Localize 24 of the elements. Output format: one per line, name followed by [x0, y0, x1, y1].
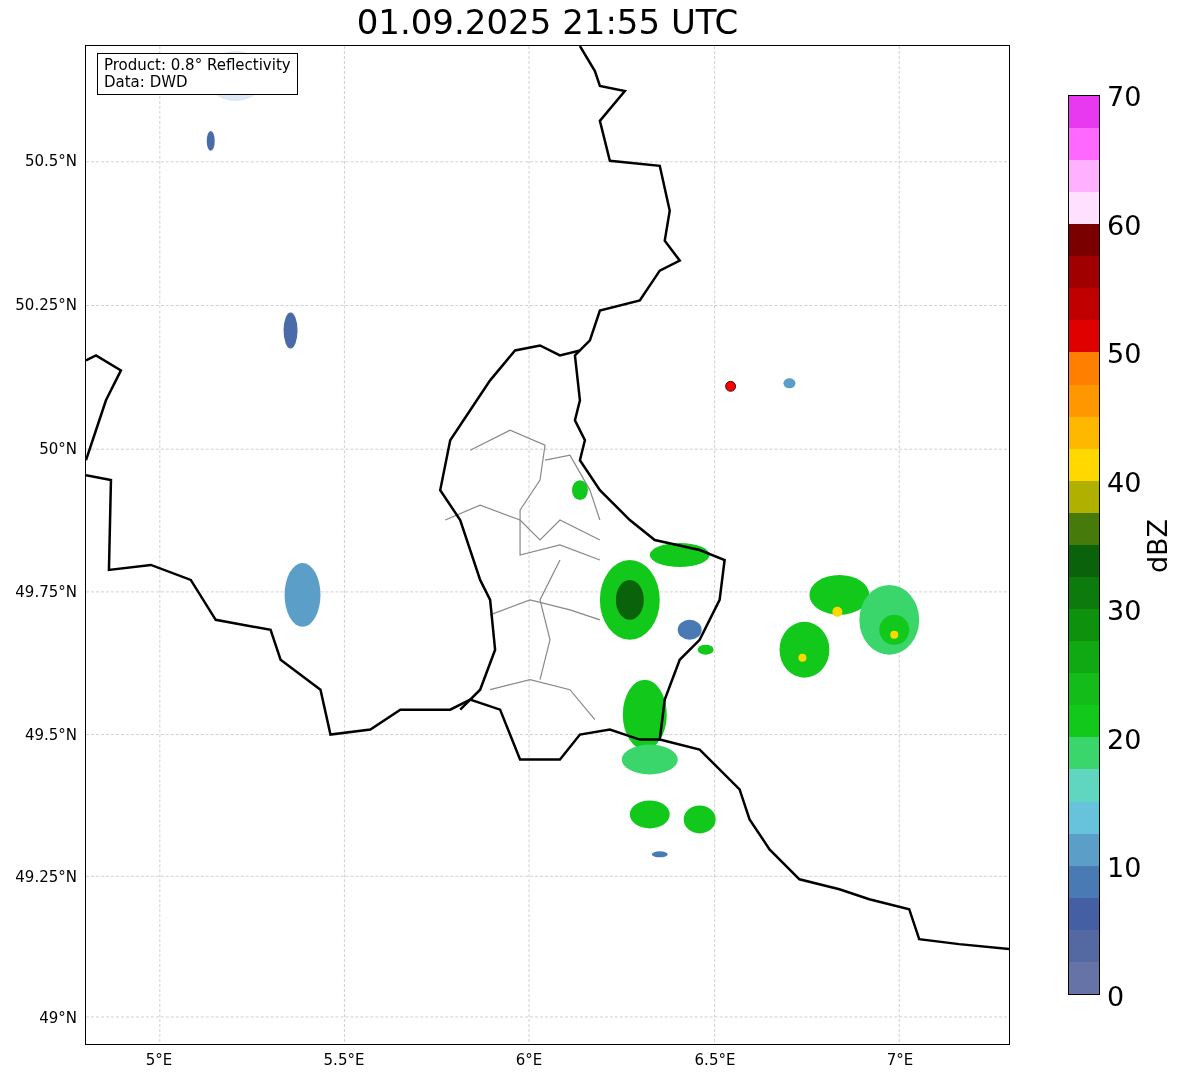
colorbar-tick-label: 10: [1107, 851, 1142, 883]
latitude-label: 50°N: [39, 440, 77, 458]
colorbar-tick-label: 50: [1107, 337, 1142, 369]
colorbar-label: dBZ: [1141, 518, 1173, 574]
colorbar-tick-label: 0: [1107, 980, 1125, 1012]
latitude-label: 49.5°N: [24, 726, 77, 744]
colorbar-tick-label: 40: [1107, 466, 1142, 498]
info-text: Product: 0.8° Reflectivity: [104, 57, 291, 74]
latitude-label: 49.75°N: [15, 583, 77, 601]
latitude-label: 49°N: [39, 1009, 77, 1027]
info-text: Data: DWD: [104, 74, 189, 91]
chart-title: 01.09.2025 21:55 UTC: [355, 4, 740, 41]
longitude-label: 6.5°E: [694, 1051, 736, 1069]
longitude-label: 7°E: [886, 1051, 914, 1069]
longitude-label: 5°E: [145, 1051, 173, 1069]
longitude-label: 6°E: [515, 1051, 543, 1069]
latitude-label: 50.25°N: [15, 296, 77, 314]
latitude-label: 49.25°N: [15, 868, 77, 886]
colorbar-tick-label: 60: [1107, 209, 1142, 241]
colorbar-tick-label: 20: [1107, 723, 1142, 755]
colorbar-tick-label: 30: [1107, 594, 1142, 626]
colorbar-tick-label: 70: [1107, 80, 1142, 112]
latitude-label: 50.5°N: [24, 152, 77, 170]
longitude-label: 5.5°E: [323, 1051, 365, 1069]
